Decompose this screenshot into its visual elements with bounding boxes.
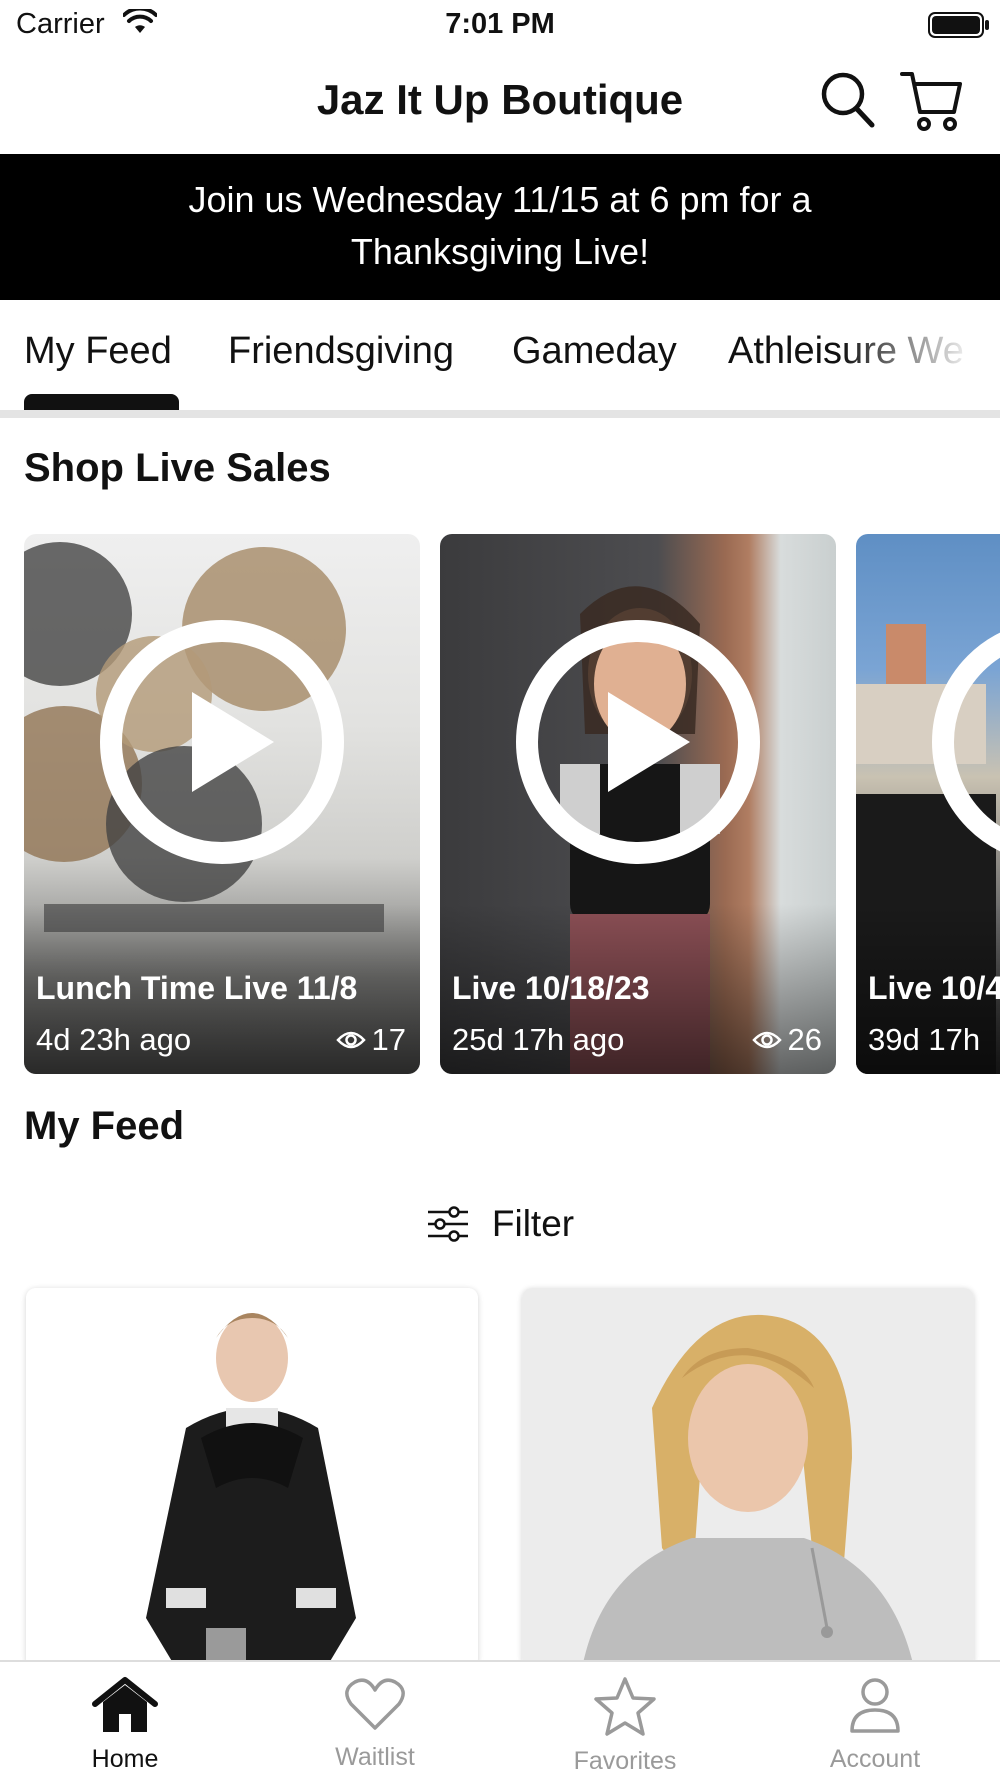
eye-icon: [751, 1031, 782, 1049]
cart-icon[interactable]: [900, 68, 964, 137]
clock: 7:01 PM: [445, 8, 555, 40]
tab-gameday[interactable]: Gameday: [512, 330, 677, 373]
bottom-tab-bar: Home Waitlist Favorites Account: [0, 1660, 1000, 1778]
play-icon[interactable]: [932, 620, 1000, 869]
nav-waitlist[interactable]: Waitlist: [275, 1676, 475, 1772]
live-card[interactable]: Lunch Time Live 11/8 4d 23h ago 17: [24, 534, 420, 1074]
product-card[interactable]: [522, 1288, 974, 1668]
play-icon[interactable]: [100, 620, 344, 869]
sliders-icon: [427, 1206, 468, 1242]
banner-line-1: Join us Wednesday 11/15 at 6 pm for a: [188, 179, 812, 220]
home-icon: [92, 1677, 158, 1732]
nav-home-label: Home: [91, 1745, 159, 1773]
live-title: Live 10/4: [868, 970, 1000, 1006]
active-tab-indicator: [24, 394, 179, 410]
live-time-ago: 39d 17h: [868, 1022, 981, 1057]
live-card[interactable]: Live 10/4 39d 17h: [856, 534, 1000, 1074]
play-icon[interactable]: [516, 620, 760, 869]
live-sales-title: Shop Live Sales: [24, 446, 331, 490]
tabs-fade: [840, 300, 1000, 410]
tab-friendsgiving[interactable]: Friendsgiving: [228, 330, 454, 373]
person-icon: [850, 1678, 900, 1733]
view-count-value: 26: [787, 1022, 822, 1057]
filter-label: Filter: [491, 1203, 575, 1244]
status-bar: Carrier 7:01 PM: [0, 0, 1000, 52]
view-count: 26: [751, 1022, 822, 1058]
heart-icon: [345, 1678, 405, 1730]
live-card[interactable]: Live 10/18/23 25d 17h ago 26: [440, 534, 836, 1074]
star-icon: [594, 1677, 656, 1736]
nav-account[interactable]: Account: [775, 1676, 975, 1774]
banner-line-2: Thanksgiving Live!: [350, 231, 650, 272]
category-tabs: My Feed Friendsgiving Gameday Athleisure…: [0, 300, 1000, 418]
live-title: Lunch Time Live 11/8: [36, 970, 358, 1006]
view-count: 17: [335, 1022, 406, 1058]
nav-favorites[interactable]: Favorites: [525, 1676, 725, 1776]
product-image: [522, 1288, 974, 1668]
nav-favorites-label: Favorites: [573, 1747, 677, 1775]
live-sales-carousel[interactable]: Lunch Time Live 11/8 4d 23h ago 17 Live …: [0, 534, 1000, 1074]
view-count-value: 17: [371, 1022, 406, 1057]
product-card[interactable]: [26, 1288, 478, 1668]
nav-account-label: Account: [829, 1745, 921, 1773]
tab-my-feed[interactable]: My Feed: [24, 330, 172, 373]
nav-home[interactable]: Home: [25, 1676, 225, 1774]
product-image: [26, 1288, 478, 1668]
nav-waitlist-label: Waitlist: [335, 1743, 415, 1771]
announcement-banner[interactable]: Join us Wednesday 11/15 at 6 pm for a Th…: [0, 154, 1000, 300]
live-time-ago: 25d 17h ago: [452, 1022, 625, 1057]
search-icon[interactable]: [820, 70, 876, 135]
live-title: Live 10/18/23: [452, 970, 650, 1006]
filter-button[interactable]: Filter: [0, 1196, 1000, 1252]
feed-title: My Feed: [24, 1104, 185, 1148]
eye-icon: [335, 1031, 366, 1049]
app-header: Jaz It Up Boutique: [0, 52, 1000, 154]
battery-icon: [928, 12, 990, 43]
live-time-ago: 4d 23h ago: [36, 1022, 192, 1057]
